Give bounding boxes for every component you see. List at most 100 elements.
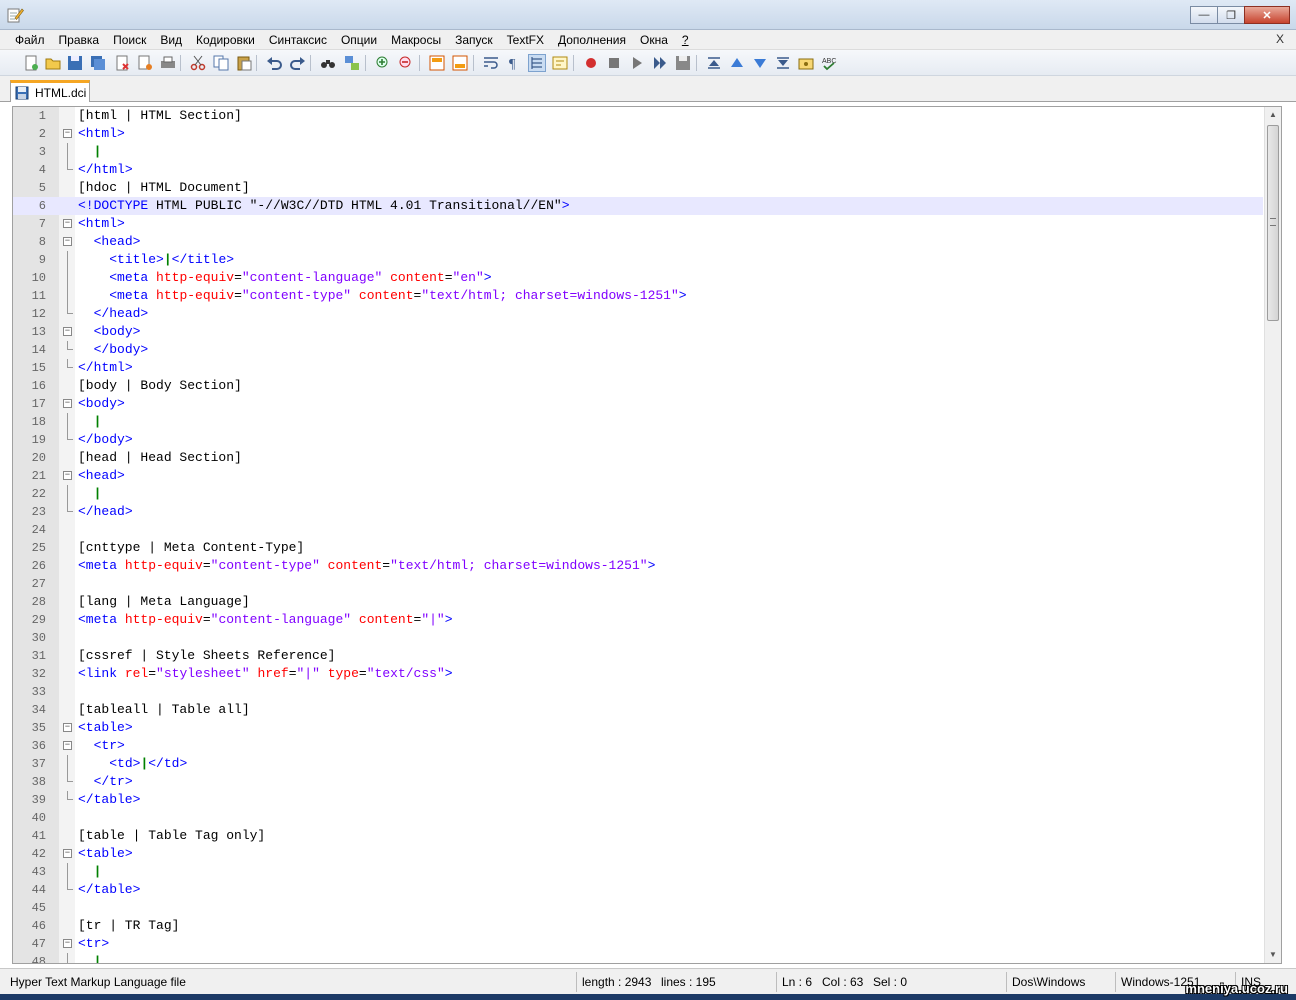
menu-search[interactable]: Поиск [106,33,153,47]
code-line[interactable]: 47 − <tr> [13,935,1263,953]
fold-toggle-icon[interactable]: − [63,849,72,858]
code-line[interactable]: 45 [13,899,1263,917]
code-line[interactable]: 32 <link rel="stylesheet" href="|" type="… [13,665,1263,683]
code-line[interactable]: 4 </html> [13,161,1263,179]
save-macro-button[interactable] [674,54,692,72]
open-folder-button[interactable] [44,54,62,72]
minimize-button[interactable]: — [1190,6,1218,24]
indent-guide-button[interactable] [528,54,546,72]
code-line[interactable]: 42 − <table> [13,845,1263,863]
code-line[interactable]: 24 [13,521,1263,539]
save-all-button[interactable] [89,54,107,72]
code-line[interactable]: 28 [lang | Meta Language] [13,593,1263,611]
scroll-thumb[interactable] [1267,125,1279,321]
paste-button[interactable] [235,54,253,72]
close-window-button[interactable]: ✕ [1244,6,1290,24]
code-line[interactable]: 25 [cnttype | Meta Content-Type] [13,539,1263,557]
close-all-button[interactable] [136,54,154,72]
new-file-button[interactable] [22,54,40,72]
code-editor[interactable]: 1 [html | HTML Section] 2− <html> 3 | 4 </html… [12,106,1282,964]
close-file-button[interactable] [113,54,131,72]
fold-toggle-icon[interactable]: − [63,219,72,228]
menu-encoding[interactable]: Кодировки [189,33,262,47]
code-line[interactable]: 35 − <table> [13,719,1263,737]
code-line[interactable]: 46 [tr | TR Tag] [13,917,1263,935]
code-line[interactable]: 41 [table | Table Tag only] [13,827,1263,845]
fold-toggle-icon[interactable]: − [63,741,72,750]
code-line[interactable]: 36 − <tr> [13,737,1263,755]
code-line[interactable]: 3 | [13,143,1263,161]
word-wrap-button[interactable] [482,54,500,72]
code-line[interactable]: 2 − <html> [13,125,1263,143]
scroll-up-arrow-icon[interactable]: ▲ [1265,107,1281,123]
code-line[interactable]: 48 | [13,953,1263,963]
code-line[interactable]: 20 [head | Head Section] [13,449,1263,467]
fold-toggle-icon[interactable]: − [63,399,72,408]
scroll-down-arrow-icon[interactable]: ▼ [1265,947,1281,963]
code-line[interactable]: 1 [html | HTML Section] [13,107,1263,125]
code-line[interactable]: 23 </head> [13,503,1263,521]
code-line[interactable]: 15 </html> [13,359,1263,377]
code-line[interactable]: 6 <!DOCTYPE HTML PUBLIC "-//W3C//DTD HTML… [13,197,1263,215]
menu-macros[interactable]: Макросы [384,33,448,47]
sync-vertical-button[interactable] [428,54,446,72]
code-line[interactable]: 37 <td>|</td> [13,755,1263,773]
print-button[interactable] [159,54,177,72]
code-line[interactable]: 17 − <body> [13,395,1263,413]
cut-button[interactable] [189,54,207,72]
user-language-button[interactable] [551,54,569,72]
code-line[interactable]: 12 </head> [13,305,1263,323]
code-line[interactable]: 30 [13,629,1263,647]
code-line[interactable]: 13 − <body> [13,323,1263,341]
zoom-in-button[interactable] [374,54,392,72]
fold-toggle-icon[interactable]: − [63,237,72,246]
fold-all-button[interactable] [705,54,723,72]
run-macro-multiple-button[interactable] [651,54,669,72]
code-line[interactable]: 38 </tr> [13,773,1263,791]
code-line[interactable]: 43 | [13,863,1263,881]
tab-html-dci[interactable]: HTML.dci [10,80,90,102]
code-line[interactable]: 34 [tableall | Table all] [13,701,1263,719]
fold-toggle-icon[interactable]: − [63,939,72,948]
code-line[interactable]: 40 [13,809,1263,827]
undo-button[interactable] [265,54,283,72]
show-all-chars-button[interactable]: ¶ [505,54,523,72]
spell-check-button[interactable]: ABC [820,54,838,72]
record-macro-button[interactable] [582,54,600,72]
menu-view[interactable]: Вид [153,33,189,47]
fold-toggle-icon[interactable]: − [63,723,72,732]
menu-options[interactable]: Опции [334,33,384,47]
prev-bookmark-button[interactable] [728,54,746,72]
vertical-scrollbar[interactable]: ▲ ▼ [1264,107,1281,963]
code-line[interactable]: 10 <meta http-equiv="content-language" c… [13,269,1263,287]
fold-toggle-icon[interactable]: − [63,327,72,336]
code-line[interactable]: 44 </table> [13,881,1263,899]
code-line[interactable]: 21 − <head> [13,467,1263,485]
code-line[interactable]: 29 <meta http-equiv="content-language" co… [13,611,1263,629]
sync-horizontal-button[interactable] [451,54,469,72]
code-line[interactable]: 19 </body> [13,431,1263,449]
code-line[interactable]: 8 − <head> [13,233,1263,251]
restore-button[interactable]: ❐ [1217,6,1245,24]
code-line[interactable]: 18 | [13,413,1263,431]
compare-button[interactable] [797,54,815,72]
code-line[interactable]: 39 </table> [13,791,1263,809]
code-line[interactable]: 22 | [13,485,1263,503]
menu-plugins[interactable]: Дополнения [551,33,633,47]
code-line[interactable]: 27 [13,575,1263,593]
fold-toggle-icon[interactable]: − [63,471,72,480]
code-line[interactable]: 11 <meta http-equiv="content-type" conte… [13,287,1263,305]
close-document-button[interactable]: X [1276,32,1284,46]
menu-edit[interactable]: Правка [52,33,107,47]
next-bookmark-button[interactable] [751,54,769,72]
copy-button[interactable] [212,54,230,72]
code-line[interactable]: 7 − <html> [13,215,1263,233]
menu-textfx[interactable]: TextFX [500,33,551,47]
stop-macro-button[interactable] [605,54,623,72]
menu-help[interactable]: ? [675,33,696,47]
zoom-out-button[interactable] [397,54,415,72]
menu-syntax[interactable]: Синтаксис [262,33,334,47]
find-button[interactable] [319,54,337,72]
menu-windows[interactable]: Окна [633,33,675,47]
menu-run[interactable]: Запуск [448,33,500,47]
